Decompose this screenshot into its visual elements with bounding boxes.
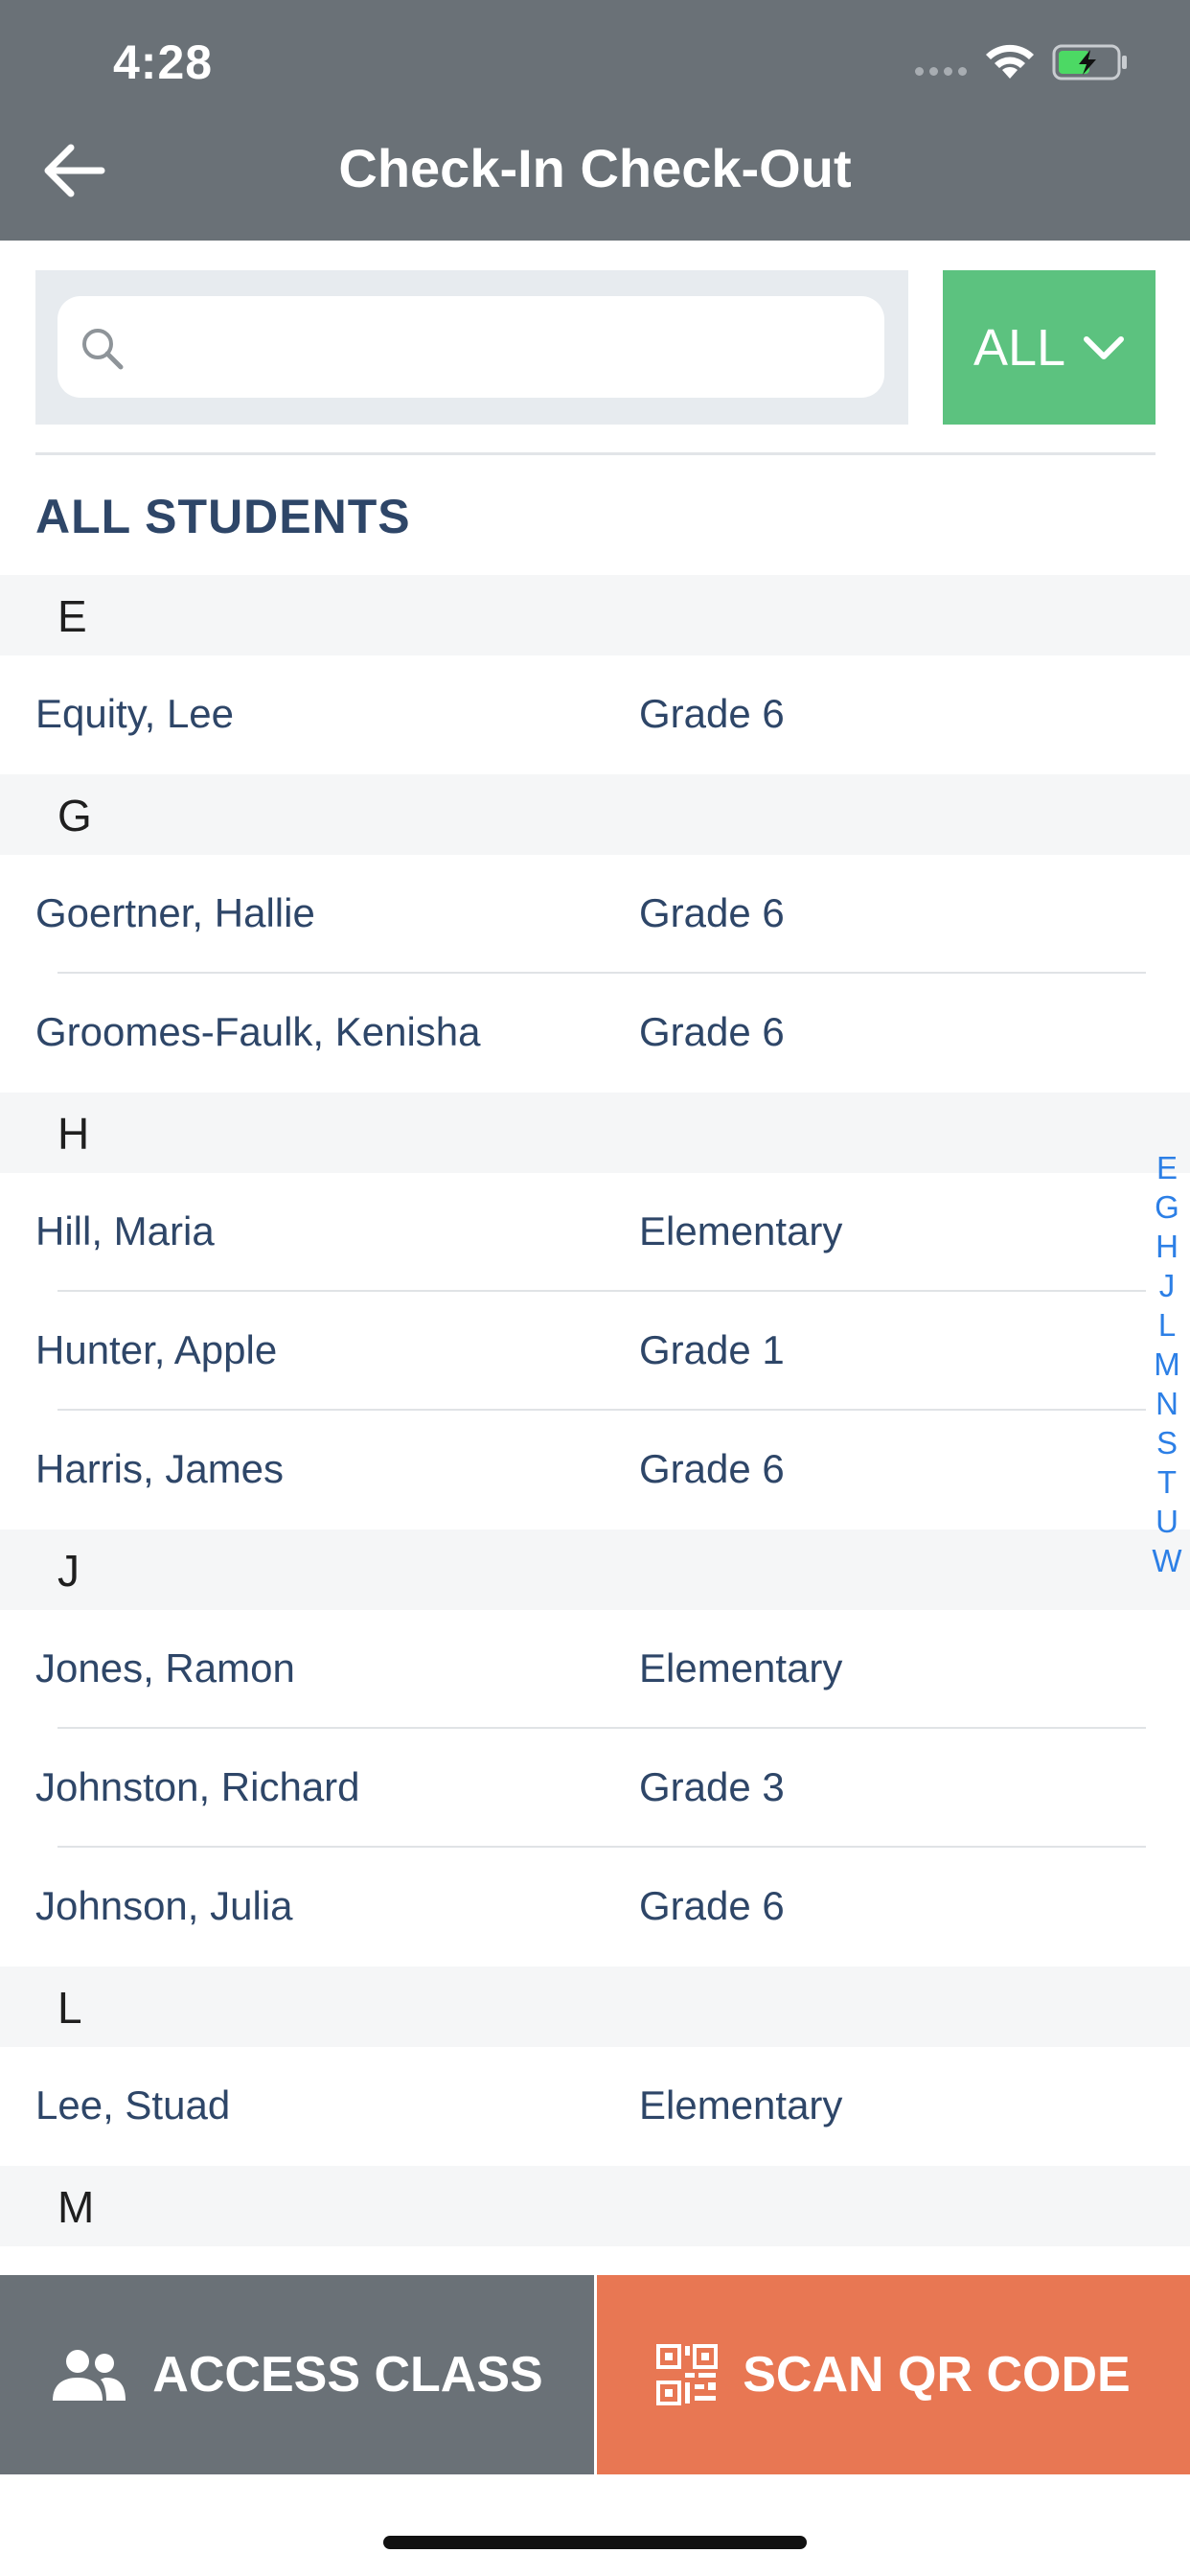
cellular-signal-icon: [915, 67, 967, 76]
section-header-g: G: [0, 774, 1190, 855]
student-row[interactable]: Lee, Stuad Elementary: [0, 2047, 1190, 2166]
search-icon: [82, 329, 124, 370]
index-letter[interactable]: S: [1156, 1423, 1178, 1462]
section-header-m: M: [0, 2166, 1190, 2246]
index-letter[interactable]: U: [1156, 1502, 1179, 1541]
people-icon: [53, 2350, 126, 2401]
student-row[interactable]: Hill, Maria Elementary: [0, 1173, 1190, 1292]
student-name: Johnston, Richard: [35, 1764, 360, 1809]
student-row[interactable]: Harris, James Grade 6: [0, 1411, 1190, 1530]
search-bar: [35, 270, 908, 425]
chevron-down-icon: [1084, 335, 1125, 359]
access-class-button[interactable]: ACCESS CLASS: [0, 2275, 594, 2474]
student-list: E Equity, Lee Grade 6 G Goertner, Hallie…: [0, 575, 1190, 2246]
student-grade: Grade 3: [639, 1764, 785, 1809]
status-time: 4:28: [113, 35, 214, 89]
student-row[interactable]: Jones, Ramon Elementary: [0, 1610, 1190, 1729]
index-letter[interactable]: E: [1156, 1148, 1178, 1187]
app-header: 4:28 Check-In Check-Out: [0, 0, 1190, 241]
student-name: Jones, Ramon: [35, 1645, 295, 1690]
section-header-l: L: [0, 1966, 1190, 2047]
student-row[interactable]: Johnston, Richard Grade 3: [0, 1729, 1190, 1848]
student-name: Johnson, Julia: [35, 1883, 293, 1928]
student-name: Hill, Maria: [35, 1208, 215, 1254]
student-grade: Grade 6: [639, 1883, 785, 1928]
student-name: Lee, Stuad: [35, 2082, 231, 2128]
section-header-e: E: [0, 575, 1190, 656]
student-grade: Grade 6: [639, 1009, 785, 1054]
index-letter[interactable]: H: [1156, 1227, 1179, 1266]
index-letter[interactable]: L: [1158, 1305, 1176, 1345]
index-letter[interactable]: W: [1152, 1541, 1181, 1580]
index-letter[interactable]: T: [1157, 1462, 1177, 1502]
filter-dropdown-button[interactable]: ALL: [943, 270, 1156, 425]
search-box[interactable]: [57, 296, 884, 400]
student-row[interactable]: Hunter, Apple Grade 1: [0, 1292, 1190, 1411]
student-grade: Grade 6: [639, 890, 785, 935]
alphabet-index[interactable]: E G H J L M N S T U W: [1148, 1148, 1186, 1580]
section-header-j: J: [0, 1530, 1190, 1610]
wifi-icon: [986, 44, 1034, 79]
index-letter[interactable]: N: [1156, 1384, 1179, 1423]
qr-code-icon: [656, 2344, 719, 2405]
student-name: Harris, James: [35, 1446, 285, 1491]
student-grade: Grade 6: [639, 691, 785, 736]
student-name: Hunter, Apple: [35, 1327, 278, 1372]
student-grade: Grade 1: [639, 1327, 785, 1372]
search-input[interactable]: [149, 296, 862, 400]
scan-qr-code-label: SCAN QR CODE: [743, 2347, 1131, 2403]
student-grade: Elementary: [639, 1645, 843, 1690]
student-grade: Elementary: [639, 2082, 843, 2128]
section-title: ALL STUDENTS: [35, 490, 411, 543]
student-grade: Grade 6: [639, 1446, 785, 1491]
home-indicator: [383, 2536, 807, 2549]
student-name: Groomes-Faulk, Kenisha: [35, 1009, 481, 1054]
index-letter[interactable]: J: [1159, 1266, 1176, 1305]
student-row[interactable]: Groomes-Faulk, Kenisha Grade 6: [0, 974, 1190, 1092]
scan-qr-code-button[interactable]: SCAN QR CODE: [597, 2275, 1190, 2474]
student-name: Equity, Lee: [35, 691, 235, 736]
student-row[interactable]: Goertner, Hallie Grade 6: [0, 855, 1190, 974]
battery-charging-icon: [1052, 44, 1127, 80]
section-header-h: H: [0, 1092, 1190, 1173]
index-letter[interactable]: M: [1154, 1345, 1180, 1384]
student-grade: Elementary: [639, 1208, 843, 1254]
index-letter[interactable]: G: [1155, 1187, 1179, 1227]
access-class-label: ACCESS CLASS: [152, 2347, 543, 2403]
filter-label: ALL: [973, 318, 1066, 377]
student-name: Goertner, Hallie: [35, 890, 315, 935]
page-title: Check-In Check-Out: [338, 138, 852, 198]
divider: [35, 452, 1156, 455]
bottom-action-bar: ACCESS CLASS SCAN QR CODE: [0, 2275, 1190, 2474]
student-row[interactable]: Equity, Lee Grade 6: [0, 656, 1190, 774]
student-row[interactable]: Johnson, Julia Grade 6: [0, 1848, 1190, 1966]
